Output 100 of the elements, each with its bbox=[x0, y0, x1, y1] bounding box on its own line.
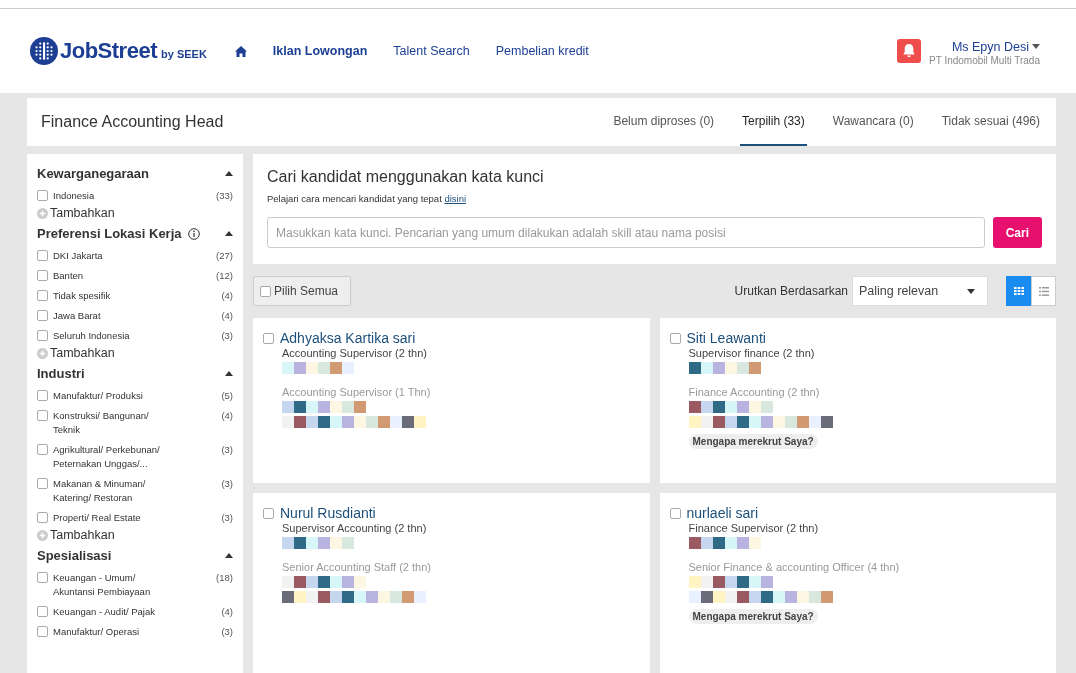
company-name: PT Indomobil Multi Trada bbox=[929, 54, 1040, 66]
grid-view-button[interactable] bbox=[1006, 276, 1031, 306]
nav-link[interactable]: Pembelian kredit bbox=[495, 44, 589, 58]
candidate-name[interactable]: Siti Leawanti bbox=[686, 330, 766, 346]
filter-checkbox[interactable] bbox=[37, 290, 48, 301]
current-role: Supervisor finance (2 thn) bbox=[688, 347, 816, 359]
logo-text[interactable]: JobStreet bbox=[60, 38, 157, 64]
status-tab[interactable]: Belum diproses (0) bbox=[611, 98, 717, 146]
status-tab[interactable]: Terpilih (33) bbox=[740, 98, 807, 146]
logo-suffix: by SEEK bbox=[161, 48, 207, 60]
collapse-caret-icon[interactable] bbox=[225, 231, 233, 236]
sort-label: Urutkan Berdasarkan bbox=[734, 284, 848, 298]
previous-role: Senior Finance & accounting Officer (4 thn) bbox=[688, 561, 901, 573]
search-heading: Cari kandidat menggunakan kata kunci bbox=[267, 168, 545, 186]
caret-icon[interactable] bbox=[1032, 44, 1040, 49]
filter-checkbox[interactable] bbox=[37, 310, 48, 321]
filter-heading: Spesialisasi bbox=[37, 548, 112, 563]
filter-checkbox[interactable] bbox=[37, 410, 48, 421]
filter-heading: Preferensi Lokasi Kerja bbox=[37, 226, 182, 241]
filter-count: (33) bbox=[216, 189, 233, 203]
job-title: Finance Accounting Head bbox=[41, 113, 224, 131]
list-icon[interactable] bbox=[1038, 286, 1049, 296]
filter-checkbox[interactable] bbox=[37, 190, 48, 201]
plus-icon[interactable] bbox=[37, 529, 48, 541]
filter-checkbox[interactable] bbox=[37, 250, 48, 261]
user-menu[interactable]: Ms Epyn Desi bbox=[951, 39, 1040, 54]
previous-role: Accounting Supervisor (1 Thn) bbox=[282, 386, 432, 398]
filter-count: (5) bbox=[221, 389, 233, 403]
filter-option[interactable]: Indonesia bbox=[53, 189, 181, 203]
filter-checkbox[interactable] bbox=[37, 444, 48, 455]
filter-option[interactable]: Properti/ Real Estate bbox=[53, 511, 181, 525]
sort-dropdown[interactable]: Paling relevan bbox=[852, 276, 988, 306]
candidate-checkbox[interactable] bbox=[263, 508, 274, 519]
home-icon[interactable] bbox=[234, 45, 247, 57]
filter-count: (4) bbox=[221, 309, 233, 323]
select-all-checkbox[interactable] bbox=[260, 286, 271, 297]
select-all-button[interactable]: Pilih Semua bbox=[253, 276, 352, 306]
nav-link[interactable]: Iklan Lowongan bbox=[272, 44, 368, 58]
filter-checkbox[interactable] bbox=[37, 390, 48, 401]
filter-heading: Industri bbox=[37, 366, 85, 381]
grid-icon[interactable] bbox=[1013, 287, 1024, 295]
help-link[interactable]: disini bbox=[444, 193, 467, 204]
keyword-field[interactable]: Masukkan kata kunci. Pencarian yang umum dilakukan adalah skill atau nama posisi bbox=[267, 217, 985, 248]
current-role: Accounting Supervisor (2 thn) bbox=[282, 347, 428, 359]
filter-count: (4) bbox=[221, 289, 233, 303]
candidate-checkbox[interactable] bbox=[669, 333, 681, 344]
pixelated-redaction bbox=[282, 537, 354, 549]
candidate-checkbox[interactable] bbox=[669, 508, 681, 519]
filter-heading: Kewarganegaraan bbox=[37, 166, 149, 181]
filter-count: (3) bbox=[221, 443, 233, 457]
add-filter-link[interactable]: Tambahkan bbox=[37, 528, 233, 542]
search-hint: Pelajari cara mencari kandidat yang tepat disini bbox=[267, 193, 468, 204]
filter-checkbox[interactable] bbox=[37, 572, 48, 583]
add-filter-link[interactable]: Tambahkan bbox=[37, 206, 233, 220]
filter-option[interactable]: Konstruksi/ Bangunan/ Teknik bbox=[53, 409, 181, 437]
filter-count: (4) bbox=[221, 409, 233, 423]
collapse-caret-icon[interactable] bbox=[225, 553, 233, 558]
filter-option[interactable]: Keuangan - Umum/ Akuntansi Pembiayaan bbox=[53, 571, 181, 599]
previous-role: Finance Accounting (2 thn) bbox=[688, 386, 821, 398]
candidate-name[interactable]: nurlaeli sari bbox=[686, 505, 759, 521]
filter-option[interactable]: DKI Jakarta bbox=[53, 249, 181, 263]
info-icon[interactable] bbox=[187, 227, 200, 240]
caret-icon[interactable] bbox=[967, 288, 975, 294]
candidate-checkbox[interactable] bbox=[263, 333, 274, 344]
filter-option[interactable]: Seluruh Indonesia bbox=[53, 329, 181, 343]
filter-checkbox[interactable] bbox=[37, 270, 48, 281]
filter-checkbox[interactable] bbox=[37, 330, 48, 341]
filter-checkbox[interactable] bbox=[37, 626, 48, 637]
candidate-name[interactable]: Nurul Rusdianti bbox=[280, 505, 376, 521]
filter-checkbox[interactable] bbox=[37, 606, 48, 617]
filter-option[interactable]: Keuangan - Audit/ Pajak bbox=[53, 605, 181, 619]
plus-icon[interactable] bbox=[37, 347, 48, 359]
why-hire-me-tag[interactable]: Mengapa merekrut Saya? bbox=[688, 609, 818, 624]
candidate-name[interactable]: Adhyaksa Kartika sari bbox=[280, 330, 416, 346]
filter-option[interactable]: Tidak spesifik bbox=[53, 289, 181, 303]
notification-bell-icon[interactable] bbox=[897, 39, 921, 63]
add-filter-link[interactable]: Tambahkan bbox=[37, 346, 233, 360]
filter-count: (3) bbox=[221, 625, 233, 639]
filter-option[interactable]: Makanan & Minuman/ Katering/ Restoran bbox=[53, 477, 181, 505]
filter-option[interactable]: Manufaktur/ Produksi bbox=[53, 389, 181, 403]
filter-option[interactable]: Jawa Barat bbox=[53, 309, 181, 323]
collapse-caret-icon[interactable] bbox=[225, 171, 233, 176]
filter-option[interactable]: Agrikultural/ Perkebunan/ Peternakan Unggas/... bbox=[53, 443, 181, 471]
filter-count: (18) bbox=[216, 571, 233, 585]
filter-checkbox[interactable] bbox=[37, 512, 48, 523]
filter-option[interactable]: Banten bbox=[53, 269, 181, 283]
status-tab[interactable]: Wawancara (0) bbox=[830, 98, 916, 146]
nav-link[interactable]: Talent Search bbox=[393, 44, 470, 58]
filter-count: (3) bbox=[221, 511, 233, 525]
previous-role: Senior Accounting Staff (2 thn) bbox=[282, 561, 432, 573]
collapse-caret-icon[interactable] bbox=[225, 371, 233, 376]
filter-option[interactable]: Manufaktur/ Operasi bbox=[53, 625, 181, 639]
status-tab[interactable]: Tidak sesuai (496) bbox=[939, 98, 1042, 146]
list-view-button[interactable] bbox=[1031, 276, 1056, 306]
filter-count: (4) bbox=[221, 605, 233, 619]
why-hire-me-tag[interactable]: Mengapa merekrut Saya? bbox=[688, 434, 818, 449]
pixelated-redaction bbox=[282, 362, 354, 374]
search-button[interactable]: Cari bbox=[992, 217, 1042, 248]
filter-checkbox[interactable] bbox=[37, 478, 48, 489]
plus-icon[interactable] bbox=[37, 207, 48, 219]
